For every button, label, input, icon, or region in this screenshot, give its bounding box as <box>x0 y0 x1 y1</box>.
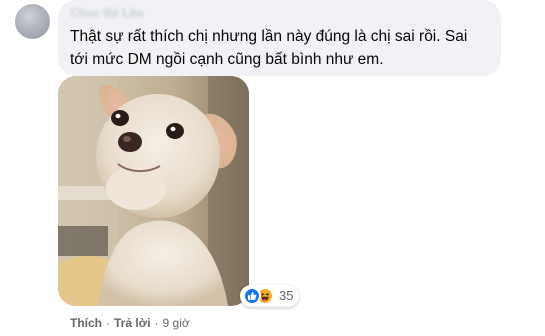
comment-image[interactable] <box>58 76 249 306</box>
comment-text: Thật sự rất thích chị nhưng lần này đúng… <box>70 28 468 68</box>
reply-button[interactable]: Trả lời <box>114 316 151 330</box>
commenter-avatar[interactable] <box>15 4 50 39</box>
comment-timestamp[interactable]: 9 giờ <box>163 316 190 330</box>
like-icon <box>243 287 261 305</box>
reaction-summary[interactable]: 35 <box>240 285 300 307</box>
comment-author-name[interactable]: Chuc Bé Lão <box>70 6 489 20</box>
like-button[interactable]: Thích <box>70 316 102 330</box>
action-separator: · <box>106 316 110 330</box>
action-separator: · <box>154 316 159 330</box>
comment-bubble: Chuc Bé Lão Thật sự rất thích chị nhưng … <box>58 0 501 76</box>
comment-actions: Thích · Trả lời · 9 giờ <box>70 316 190 330</box>
reaction-count: 35 <box>279 288 294 303</box>
